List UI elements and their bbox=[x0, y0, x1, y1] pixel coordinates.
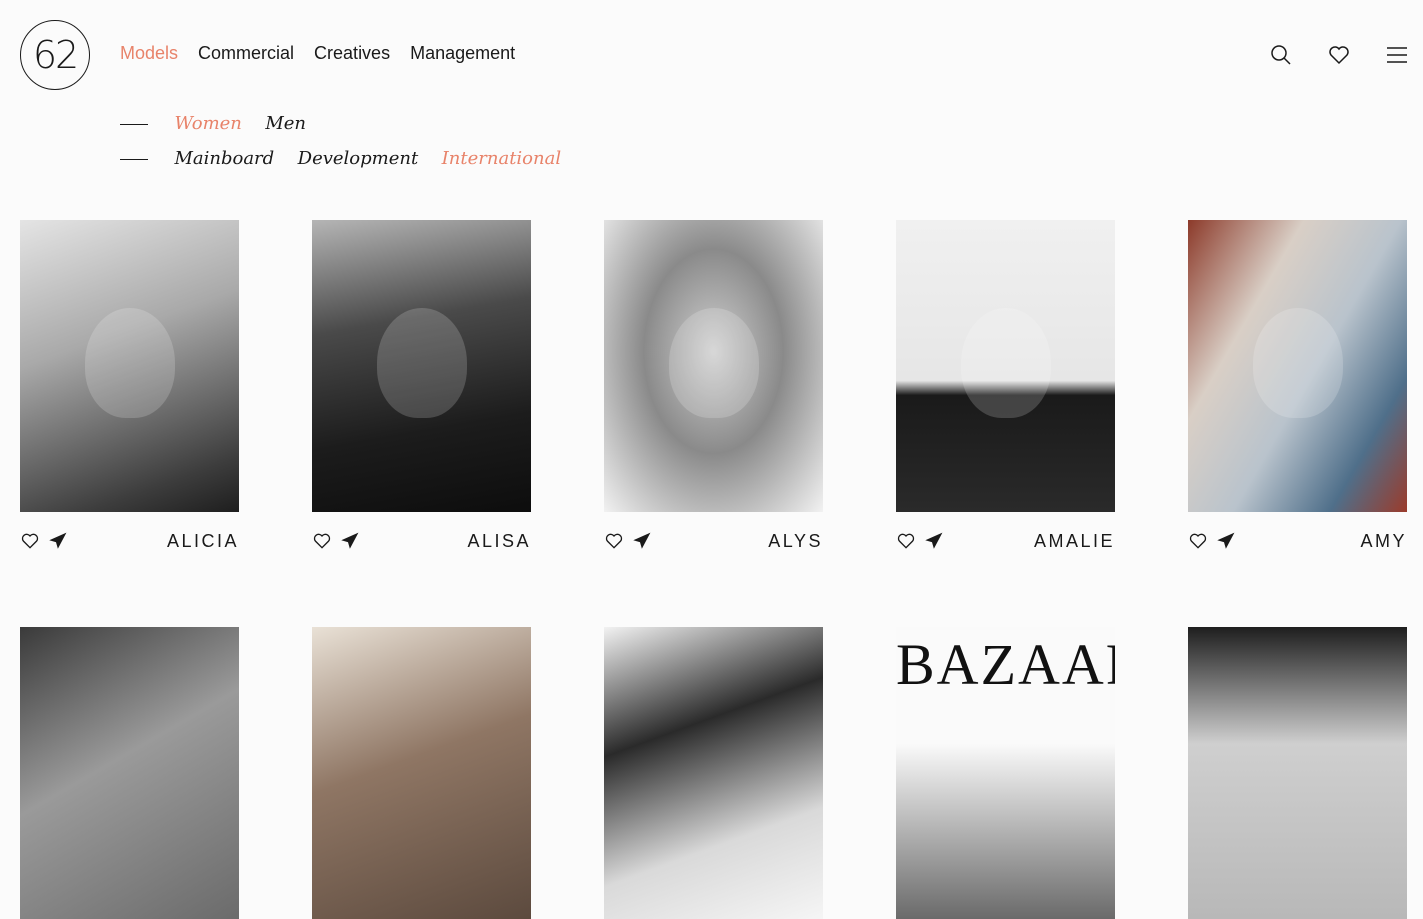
gender-filter: Women Men bbox=[120, 113, 325, 134]
board-filter: Mainboard Development International bbox=[120, 148, 580, 169]
filter-development[interactable]: Development bbox=[298, 148, 419, 169]
model-card: AMY bbox=[1188, 220, 1407, 560]
model-photo[interactable] bbox=[896, 220, 1115, 512]
filter-dash bbox=[120, 159, 148, 161]
heart-icon[interactable] bbox=[896, 531, 916, 551]
model-photo[interactable] bbox=[1188, 220, 1407, 512]
plane-icon[interactable] bbox=[924, 531, 944, 551]
model-card-footer: ALISA bbox=[312, 522, 531, 560]
model-photo[interactable] bbox=[312, 220, 531, 512]
model-card bbox=[20, 627, 239, 919]
nav-item-commercial[interactable]: Commercial bbox=[198, 43, 294, 64]
model-name[interactable]: ALISA bbox=[467, 531, 531, 552]
portrait-face bbox=[84, 307, 175, 418]
plane-icon[interactable] bbox=[1216, 531, 1236, 551]
model-photo[interactable] bbox=[604, 220, 823, 512]
model-card: ALISA bbox=[312, 220, 531, 560]
model-name[interactable]: ALICIA bbox=[167, 531, 239, 552]
model-photo[interactable] bbox=[20, 627, 239, 919]
plane-icon[interactable] bbox=[340, 531, 360, 551]
filter-women[interactable]: Women bbox=[174, 113, 241, 134]
portrait-face bbox=[1252, 307, 1343, 418]
model-card-footer: ALICIA bbox=[20, 522, 239, 560]
nav-item-creatives[interactable]: Creatives bbox=[314, 43, 390, 64]
model-photo[interactable] bbox=[20, 220, 239, 512]
agency-logo[interactable]: 62 bbox=[20, 20, 90, 90]
portrait-face bbox=[960, 307, 1051, 418]
heart-icon[interactable] bbox=[604, 531, 624, 551]
main-nav: Models Commercial Creatives Management bbox=[120, 43, 515, 64]
model-card: BAZAAR bbox=[896, 627, 1115, 919]
model-card bbox=[1188, 627, 1407, 919]
model-name[interactable]: AMY bbox=[1360, 531, 1407, 552]
plane-icon[interactable] bbox=[48, 531, 68, 551]
nav-item-models[interactable]: Models bbox=[120, 43, 178, 64]
model-photo[interactable] bbox=[604, 627, 823, 919]
heart-icon[interactable] bbox=[312, 531, 332, 551]
filter-men[interactable]: Men bbox=[265, 113, 306, 134]
model-card-footer: ALYS bbox=[604, 522, 823, 560]
model-card bbox=[604, 627, 823, 919]
model-photo[interactable] bbox=[1188, 627, 1407, 919]
magazine-cover-photo[interactable]: BAZAAR bbox=[896, 627, 1115, 919]
model-photo[interactable] bbox=[312, 627, 531, 919]
header-icons bbox=[1269, 43, 1409, 67]
model-card-footer: AMY bbox=[1188, 522, 1407, 560]
portrait-face bbox=[376, 307, 467, 418]
search-icon[interactable] bbox=[1269, 43, 1293, 67]
model-card: AMALIE bbox=[896, 220, 1115, 560]
model-name[interactable]: ALYS bbox=[768, 531, 823, 552]
magazine-masthead: BAZAAR bbox=[896, 632, 1115, 697]
model-card bbox=[312, 627, 531, 919]
menu-icon[interactable] bbox=[1385, 43, 1409, 67]
portrait-face bbox=[668, 307, 759, 418]
filter-dash bbox=[120, 124, 148, 126]
model-name[interactable]: AMALIE bbox=[1034, 531, 1115, 552]
heart-icon[interactable] bbox=[1188, 531, 1208, 551]
filter-mainboard[interactable]: Mainboard bbox=[174, 148, 274, 169]
plane-icon[interactable] bbox=[632, 531, 652, 551]
nav-item-management[interactable]: Management bbox=[410, 43, 515, 64]
model-card: ALYS bbox=[604, 220, 823, 560]
heart-icon[interactable] bbox=[20, 531, 40, 551]
model-card-footer: AMALIE bbox=[896, 522, 1115, 560]
filter-international[interactable]: International bbox=[442, 148, 561, 169]
heart-icon[interactable] bbox=[1327, 43, 1351, 67]
model-card: ALICIA bbox=[20, 220, 239, 560]
